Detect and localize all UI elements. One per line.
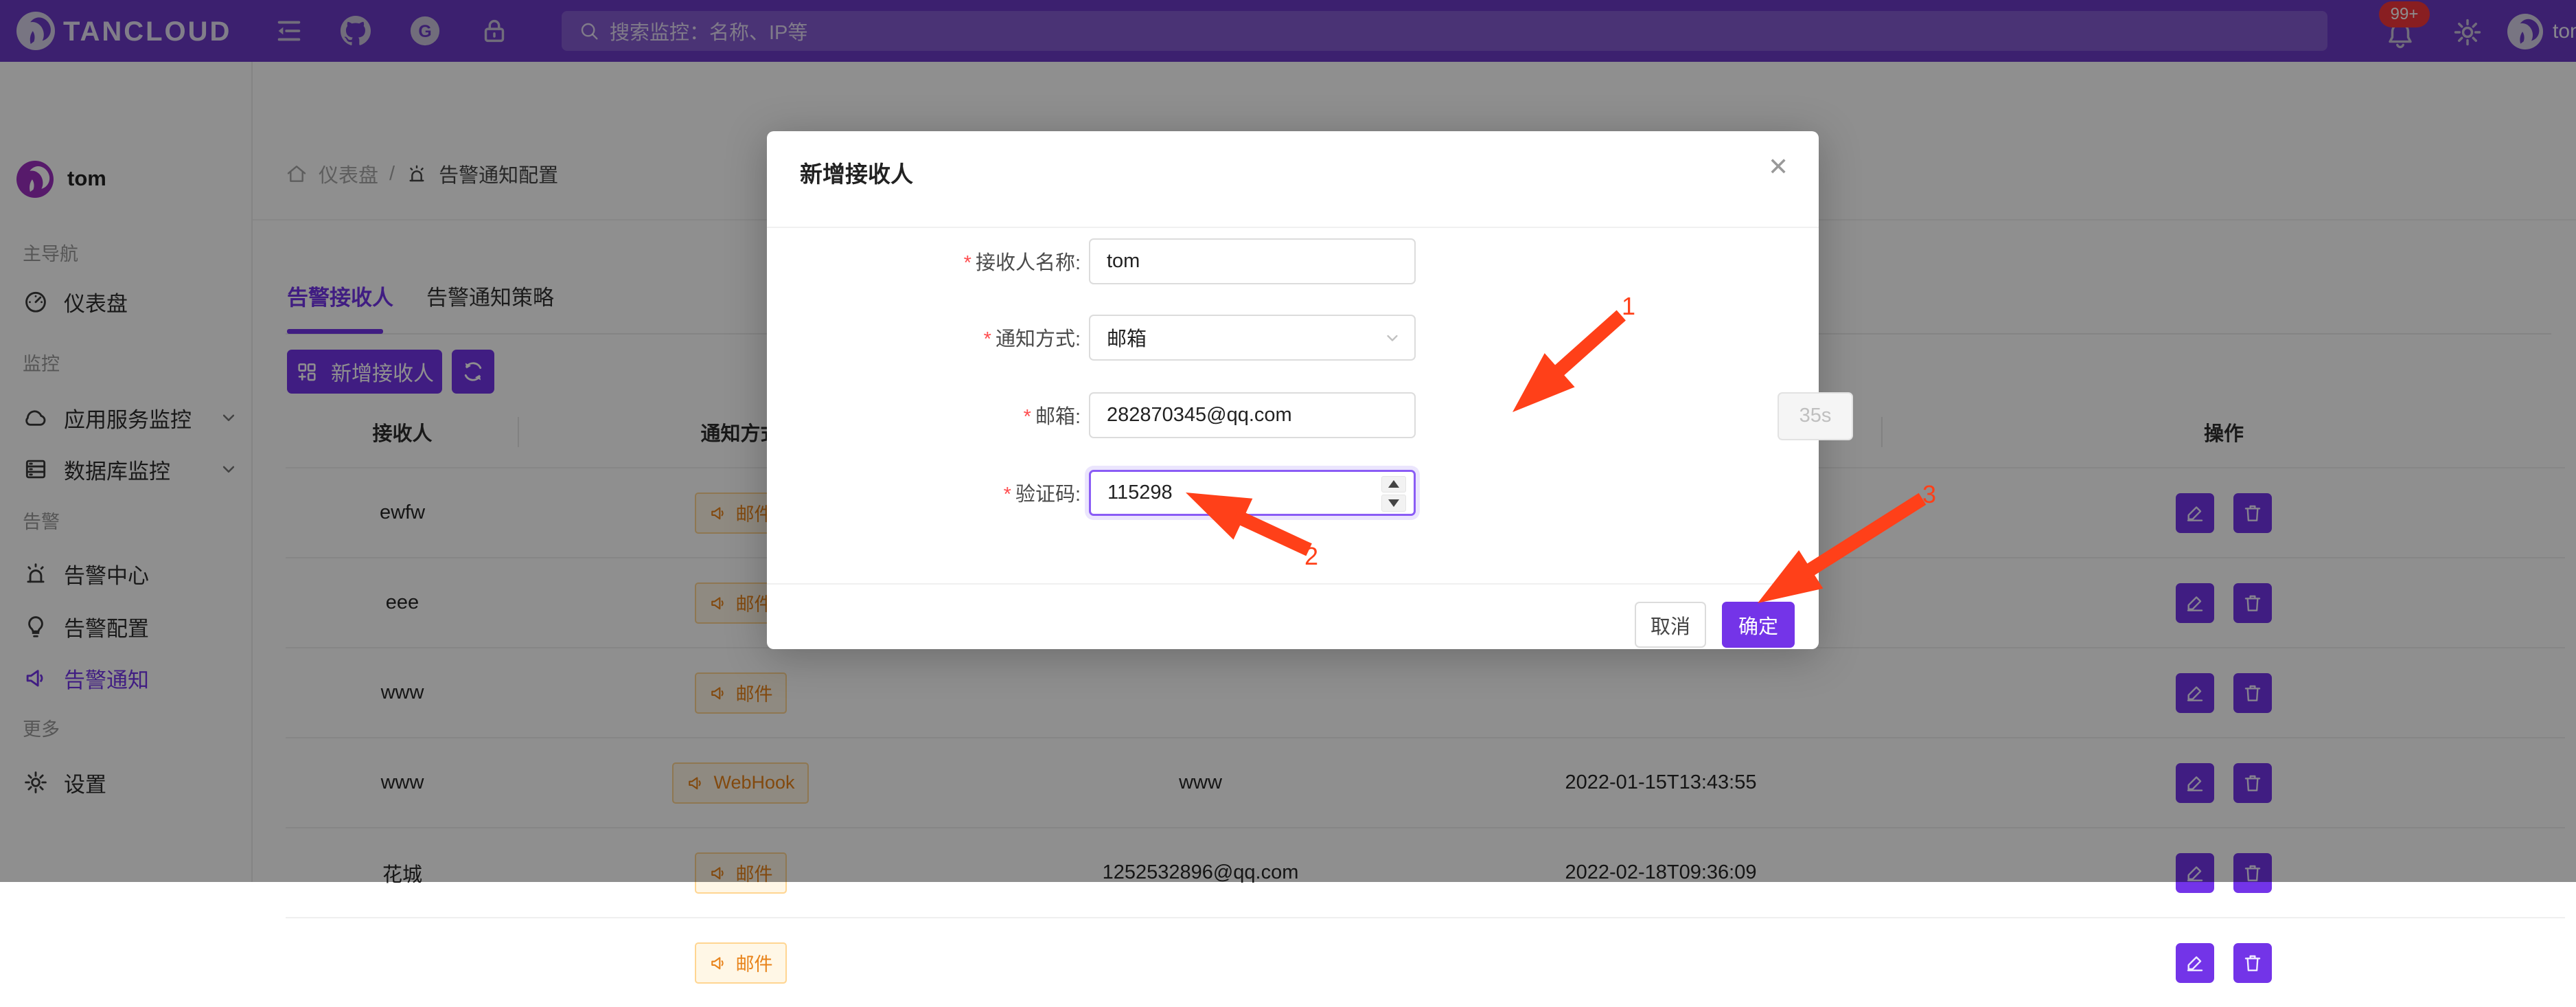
form-row-name: *接收人名称: <box>767 237 1819 285</box>
delete-button[interactable] <box>2233 943 2272 983</box>
pencil-icon <box>2184 952 2206 974</box>
cell-actions <box>1883 943 2565 983</box>
edit-button[interactable] <box>2176 943 2214 983</box>
notify-method-select[interactable]: 邮箱 <box>1089 315 1416 361</box>
form-row-method: *通知方式: 邮箱 <box>767 313 1819 361</box>
modal-title: 新增接收人 <box>800 156 913 189</box>
send-code-button[interactable]: 35s <box>1778 392 1853 440</box>
receiver-name-input[interactable] <box>1089 238 1416 284</box>
required-asterisk: * <box>1024 406 1031 428</box>
number-stepper <box>1381 476 1406 512</box>
table-row: 邮件 <box>286 917 2565 1007</box>
required-asterisk: * <box>964 252 971 274</box>
horn-icon <box>709 953 728 973</box>
verify-code-input[interactable] <box>1089 470 1416 516</box>
cell-notify-method: 邮件 <box>519 942 962 984</box>
form-row-code: *验证码: <box>767 468 1819 517</box>
add-receiver-modal: 新增接收人 ✕ *接收人名称: *通知方式: 邮箱 *邮箱: 35s *验证码: <box>767 131 1819 649</box>
required-asterisk: * <box>1004 484 1011 506</box>
stepper-up-button[interactable] <box>1381 476 1406 493</box>
close-icon[interactable]: ✕ <box>1764 152 1793 182</box>
trash-icon <box>2242 952 2264 974</box>
chevron-down-icon <box>1383 328 1402 348</box>
notify-method-badge: 邮件 <box>695 942 787 984</box>
confirm-button[interactable]: 确定 <box>1722 602 1795 648</box>
email-input[interactable] <box>1089 392 1416 438</box>
cancel-button[interactable]: 取消 <box>1635 602 1706 648</box>
stepper-down-button[interactable] <box>1381 495 1406 512</box>
required-asterisk: * <box>984 328 991 350</box>
form-row-email: *邮箱: 35s <box>767 391 1819 439</box>
